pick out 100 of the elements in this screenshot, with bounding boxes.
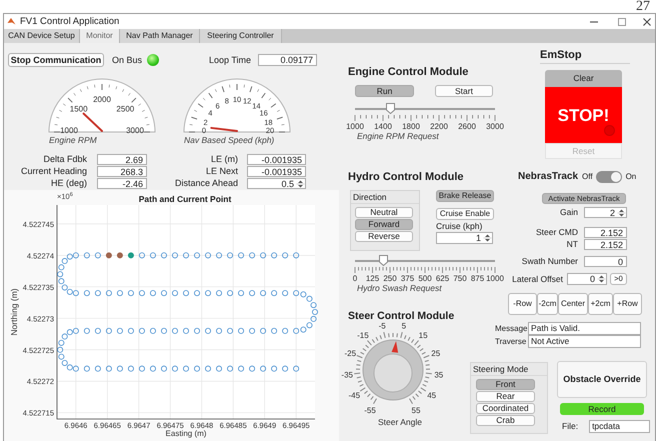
- text-field[interactable]: tpcdata: [589, 420, 650, 433]
- up-down-arrows-icon[interactable]: [483, 233, 492, 243]
- slider-tick-label: 1400: [374, 122, 392, 131]
- knob-label: Steer Angle: [378, 417, 422, 427]
- text-field[interactable]: -2.46: [97, 178, 147, 189]
- stop-button[interactable]: STOP!: [545, 87, 622, 143]
- text-field[interactable]: -0.001935: [247, 166, 306, 177]
- up-down-arrows-icon[interactable]: [617, 208, 626, 218]
- tab[interactable]: Monitor: [80, 29, 120, 43]
- field-label: Current Heading: [20, 166, 88, 177]
- direction-option[interactable]: Neutral: [355, 207, 413, 218]
- slider-thumb[interactable]: [386, 103, 394, 114]
- window-title: FV1 Control Application: [20, 16, 120, 26]
- toggle-off-label: Off: [582, 173, 593, 181]
- lamp-icon: [604, 125, 615, 136]
- panel-title: Direction: [351, 191, 419, 204]
- gauge-label: Nav Based Speed (kph): [183, 135, 276, 145]
- loop-time-label: Loop Time: [209, 56, 252, 64]
- knob-tick-label: -35: [341, 370, 353, 380]
- section-title: Hydro Control Module: [347, 170, 464, 183]
- text-field[interactable]: Not Active: [528, 335, 641, 348]
- field-label: LE Next: [204, 166, 239, 177]
- knob-tick-label: -45: [348, 390, 360, 400]
- direction-option[interactable]: Forward: [355, 219, 413, 230]
- field-label: LE (m): [210, 154, 239, 165]
- obstacle-override-button[interactable]: Obstacle Override: [557, 361, 647, 398]
- field-label: Gain: [559, 208, 579, 217]
- slider-tick-label: 0: [352, 274, 358, 283]
- offset-button[interactable]: +Row: [613, 293, 642, 315]
- close-icon[interactable]: [643, 18, 651, 26]
- x-axis-label: Easting (m): [166, 429, 206, 438]
- gauge-tick-label: 1000: [60, 126, 78, 135]
- run-button[interactable]: Run: [355, 85, 414, 97]
- steering-mode-option[interactable]: Crab: [476, 415, 535, 426]
- slider-label: Hydro Swash Request: [357, 283, 443, 293]
- toggle-switch[interactable]: [596, 171, 622, 183]
- slider-tick-label: 750: [453, 274, 467, 283]
- field-label: Cruise (kph): [436, 221, 484, 231]
- steering-mode-option[interactable]: Rear: [476, 391, 535, 402]
- slider-label: Engine RPM Request: [357, 131, 440, 141]
- spinner-field[interactable]: 0: [567, 273, 607, 285]
- section-title: NebrasTrack: [518, 171, 578, 183]
- offset-button[interactable]: +2cm: [588, 293, 613, 315]
- section-title: EmStop: [540, 48, 583, 61]
- slider[interactable]: [355, 103, 495, 115]
- spinner-field[interactable]: 1: [436, 232, 493, 244]
- gauge-tick-label: 3000: [126, 126, 144, 135]
- spinner-field[interactable]: 0.5: [247, 178, 306, 189]
- text-field[interactable]: 0: [584, 256, 627, 267]
- tab[interactable]: Nav Path Manager: [120, 29, 200, 43]
- text-field[interactable]: -0.001935: [247, 154, 306, 165]
- steering-mode-option[interactable]: Front: [476, 379, 535, 390]
- steering-mode-option[interactable]: Coordinated: [476, 403, 535, 414]
- record-button[interactable]: Record: [560, 403, 644, 415]
- offset-button[interactable]: -2cm: [537, 293, 558, 315]
- text-field[interactable]: 0.09177: [258, 54, 318, 66]
- slider-tick-label: 375: [400, 274, 414, 283]
- offset-button[interactable]: Center: [558, 293, 588, 315]
- cruise-enable-button[interactable]: Cruise Enable: [436, 208, 494, 220]
- field-label: Message: [495, 324, 528, 332]
- page-number: 27: [636, 0, 650, 13]
- text-field[interactable]: 268.3: [97, 166, 147, 177]
- tab[interactable]: Steering Controller: [200, 29, 282, 43]
- stop-communication-button[interactable]: Stop Communication: [8, 53, 104, 67]
- slider-tick-label: 1000: [346, 122, 364, 131]
- knob-tick-label: -55: [364, 406, 376, 415]
- brake-release-button[interactable]: Brake Release: [436, 190, 494, 202]
- knob-tick-label: -15: [357, 331, 369, 340]
- start-button[interactable]: Start: [435, 85, 493, 97]
- slider-tick-label: 250: [383, 274, 397, 283]
- knob-tick-label: 15: [418, 331, 428, 340]
- knob-tick-label: 35: [434, 370, 444, 380]
- text-field[interactable]: Path is Valid.: [528, 322, 641, 335]
- slider[interactable]: [355, 255, 495, 267]
- field-label: NT: [566, 240, 579, 249]
- gauge-needle: [210, 126, 238, 132]
- knob-pointer: [392, 341, 398, 353]
- text-field[interactable]: 2.152: [584, 239, 627, 250]
- up-down-arrows-icon[interactable]: [597, 274, 606, 284]
- gauge-needle: [82, 112, 103, 132]
- tab[interactable]: CAN Device Setup: [4, 29, 80, 43]
- maximize-icon[interactable]: [618, 18, 626, 26]
- slider-tick-label: 1800: [402, 122, 420, 131]
- slider-tick-label: 125: [366, 274, 380, 283]
- up-down-arrows-icon[interactable]: [296, 178, 305, 188]
- y-axis-label: Northing (m): [9, 288, 19, 336]
- chart-title: Path and Current Point: [138, 194, 232, 204]
- field-label: Swath Number: [520, 257, 579, 266]
- text-field[interactable]: 2.69: [97, 154, 147, 165]
- steer-knob[interactable]: [362, 340, 424, 400]
- offset-button[interactable]: -Row: [508, 293, 537, 315]
- toggle-on-label: On: [626, 173, 636, 181]
- slider-thumb[interactable]: [378, 255, 388, 266]
- gauge-tick-label: 2500: [116, 104, 134, 114]
- knob-tick-label: -5: [378, 322, 386, 330]
- field-label: Steer CMD: [534, 228, 579, 237]
- clear-button[interactable]: Clear: [545, 70, 622, 87]
- direction-option[interactable]: Reverse: [355, 231, 413, 242]
- spinner-field[interactable]: 2: [584, 207, 627, 218]
- text-field[interactable]: 2.152: [584, 227, 627, 238]
